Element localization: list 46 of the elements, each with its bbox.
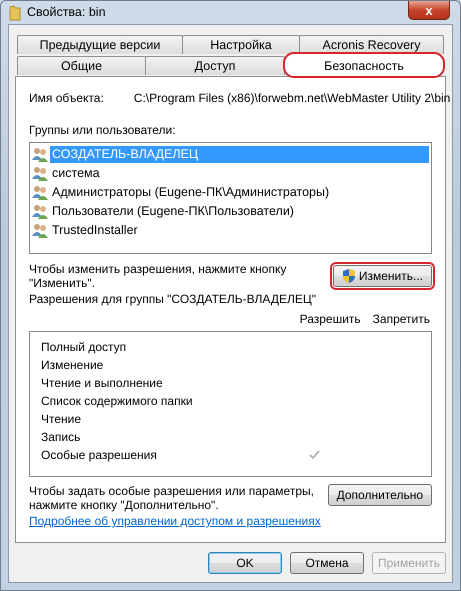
change-hint: Чтобы изменить разрешения, нажмите кнопку "Изменить". bbox=[29, 262, 288, 290]
tab[interactable]: Настройка bbox=[182, 35, 300, 54]
object-name-label: Имя объекта: bbox=[29, 90, 104, 107]
permission-row[interactable]: Полный доступ bbox=[30, 338, 431, 356]
object-path: C:\Program Files (x86)\forwebm.net\WebMaster Utility 2\bin bbox=[134, 90, 450, 107]
permission-name: Полный доступ bbox=[40, 339, 128, 356]
permission-name: Особые разрешения bbox=[40, 447, 158, 464]
user-item[interactable]: Администраторы (Eugene-ПК\Администраторы) bbox=[50, 184, 429, 201]
shield-icon bbox=[342, 268, 356, 284]
users-icon bbox=[32, 147, 48, 162]
deny-header: Запретить bbox=[372, 311, 430, 328]
user-item[interactable]: система bbox=[50, 165, 429, 182]
tab[interactable]: Предыдущие версии bbox=[17, 35, 183, 54]
dialog-button[interactable]: OK bbox=[208, 552, 282, 574]
edit-button[interactable]: Изменить... bbox=[332, 265, 432, 287]
tab[interactable]: Доступ bbox=[145, 56, 285, 75]
tab[interactable]: Acronis Recovery bbox=[299, 35, 444, 54]
tab[interactable]: Безопасность bbox=[284, 53, 444, 77]
permission-row[interactable]: Чтение и выполнение bbox=[30, 374, 431, 392]
users-icon bbox=[32, 166, 48, 181]
user-item[interactable]: TrustedInstaller bbox=[50, 222, 429, 239]
permission-name: Запись bbox=[40, 429, 82, 446]
permission-row[interactable]: Запись bbox=[30, 428, 431, 446]
folder-icon bbox=[9, 4, 21, 20]
permission-name: Изменение bbox=[40, 357, 104, 374]
window-title: Свойства: bin bbox=[27, 4, 107, 22]
users-icon bbox=[32, 223, 48, 238]
permission-row[interactable]: Список содержимого папки bbox=[30, 392, 431, 410]
permission-row[interactable]: Особые разрешения bbox=[30, 446, 431, 464]
dialog-button[interactable]: Отмена bbox=[290, 552, 364, 574]
users-icon bbox=[32, 185, 48, 200]
help-link[interactable]: Подробнее об управлении доступом и разрешениях bbox=[29, 512, 321, 530]
groups-label: Группы или пользователи: bbox=[29, 122, 177, 139]
user-item[interactable]: Пользователи (Eugene-ПК\Пользователи) bbox=[50, 203, 429, 220]
advanced-hint: Чтобы задать особые разрешения или параметры, нажмите кнопку "Дополнительно". bbox=[29, 484, 315, 512]
tab[interactable]: Общие bbox=[17, 56, 146, 75]
advanced-button[interactable]: Дополнительно bbox=[328, 484, 432, 506]
close-button[interactable]: x bbox=[408, 1, 450, 20]
allow-header: Разрешить bbox=[300, 311, 361, 328]
permissions-label: Разрешения для группы "СОЗДАТЕЛЬ-ВЛАДЕЛЕЦ" bbox=[29, 291, 317, 308]
permission-name: Чтение bbox=[40, 411, 82, 428]
users-icon bbox=[32, 204, 48, 219]
permission-name: Чтение и выполнение bbox=[40, 375, 164, 392]
permission-name: Список содержимого папки bbox=[40, 393, 194, 410]
permission-row[interactable]: Изменение bbox=[30, 356, 431, 374]
permission-row[interactable]: Чтение bbox=[30, 410, 431, 428]
